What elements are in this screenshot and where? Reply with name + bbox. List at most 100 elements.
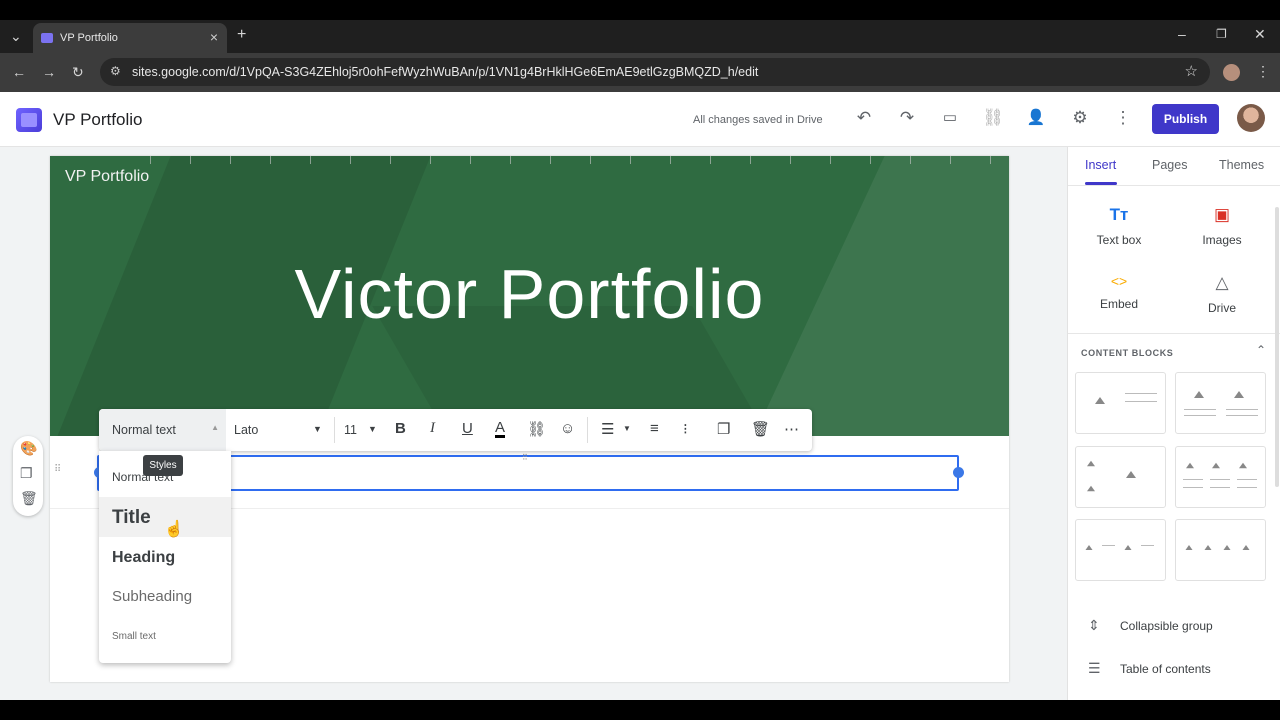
more-options-icon[interactable]: ⋮ bbox=[1111, 108, 1135, 128]
url-text: sites.google.com/d/1VpQA-S3G4ZEhloj5r0oh… bbox=[132, 65, 759, 79]
account-avatar[interactable] bbox=[1237, 104, 1265, 132]
menu-item-subheading[interactable]: Subheading bbox=[112, 588, 192, 605]
content-block-2[interactable] bbox=[1175, 372, 1266, 434]
share-add-person-icon[interactable]: 👤 bbox=[1024, 108, 1048, 126]
drive-label: Drive bbox=[1207, 301, 1236, 315]
sites-logo-icon[interactable] bbox=[16, 108, 42, 132]
insert-text-box[interactable]: Tт Text box bbox=[1074, 205, 1164, 247]
restore-icon[interactable]: ❐ bbox=[1216, 27, 1227, 41]
content-block-3[interactable] bbox=[1075, 446, 1166, 508]
menu-item-title[interactable]: Title bbox=[112, 507, 151, 529]
text-box-label: Text box bbox=[1096, 233, 1142, 247]
browser-menu-icon[interactable]: ⋮ bbox=[1256, 63, 1270, 80]
screen: ⌄ VP Portfolio × + – ❐ ✕ ← → ↻ ⚙ sites.g… bbox=[0, 0, 1280, 720]
address-bar-row: ← → ↻ ⚙ sites.google.com/d/1VpQA-S3G4ZEh… bbox=[0, 53, 1280, 92]
table-of-contents-label: Table of contents bbox=[1120, 662, 1211, 676]
sites-header: VP Portfolio All changes saved in Drive … bbox=[0, 92, 1280, 147]
banner-site-name[interactable]: VP Portfolio bbox=[65, 168, 149, 186]
forward-icon[interactable]: → bbox=[42, 64, 56, 80]
insert-collapsible-group[interactable]: ⇕ Collapsible group bbox=[1088, 617, 1213, 634]
save-status: All changes saved in Drive bbox=[693, 114, 823, 126]
palette-icon[interactable]: 🎨 bbox=[20, 440, 37, 457]
embed-code-icon: <> bbox=[1110, 273, 1128, 289]
browser-tab-strip: ⌄ VP Portfolio × + – ❐ ✕ bbox=[0, 20, 1280, 53]
hand-cursor-icon: ☝ bbox=[164, 521, 184, 538]
insert-link-icon[interactable]: ⛓ bbox=[527, 420, 546, 438]
embed-label: Embed bbox=[1099, 297, 1139, 311]
styles-menu: Normal text Title Heading Subheading Sma… bbox=[99, 451, 231, 663]
insert-table-of-contents[interactable]: ☰ Table of contents bbox=[1088, 660, 1211, 677]
tab-search-chevron-icon[interactable]: ⌄ bbox=[10, 28, 22, 45]
duplicate-icon[interactable]: ❐ bbox=[717, 420, 730, 438]
content-block-4[interactable] bbox=[1175, 446, 1266, 508]
redo-icon[interactable]: ↷ bbox=[895, 108, 919, 128]
minimize-icon[interactable]: – bbox=[1178, 26, 1186, 42]
drive-icon: △ bbox=[1215, 273, 1229, 292]
preview-devices-icon[interactable]: ▭ bbox=[938, 108, 962, 126]
content-block-6[interactable] bbox=[1175, 519, 1266, 581]
insert-images[interactable]: ▣ Images bbox=[1177, 205, 1267, 247]
banner-title[interactable]: Victor Portfolio bbox=[50, 254, 1009, 334]
undo-icon[interactable]: ↶ bbox=[852, 108, 876, 128]
chevron-up-icon: ▲ bbox=[211, 423, 219, 432]
browser-tab[interactable]: VP Portfolio × bbox=[33, 23, 227, 53]
omnibox[interactable]: ⚙ sites.google.com/d/1VpQA-S3G4ZEhloj5r0… bbox=[100, 58, 1210, 86]
new-tab-icon[interactable]: + bbox=[237, 26, 246, 44]
profile-avatar-icon[interactable] bbox=[1223, 64, 1240, 81]
browser-tab-title: VP Portfolio bbox=[60, 32, 118, 44]
collapse-chevron-icon[interactable]: ⌃ bbox=[1256, 343, 1266, 357]
size-dropdown-icon[interactable]: ▼ bbox=[368, 424, 377, 434]
link-icon[interactable]: ⛓ bbox=[981, 108, 1005, 128]
ruler bbox=[150, 156, 1010, 164]
font-size-select[interactable]: 11 bbox=[344, 423, 357, 437]
align-dropdown-icon[interactable]: ▼ bbox=[623, 424, 631, 433]
text-box-icon: Tт bbox=[1109, 205, 1129, 224]
delete-section-icon[interactable]: 🗑 bbox=[20, 490, 38, 507]
window-close-icon[interactable]: ✕ bbox=[1254, 26, 1266, 43]
panel-scrollbar[interactable] bbox=[1275, 207, 1279, 487]
section-tools: 🎨 ❐ 🗑 bbox=[13, 436, 43, 516]
content-block-1[interactable] bbox=[1075, 372, 1166, 434]
more-icon[interactable]: ⋯ bbox=[784, 420, 799, 438]
italic-icon[interactable]: I bbox=[430, 420, 435, 437]
font-select[interactable]: Lato bbox=[234, 423, 258, 437]
back-icon[interactable]: ← bbox=[12, 64, 26, 80]
section-drag-icon[interactable]: ⠿ bbox=[54, 464, 61, 475]
images-label: Images bbox=[1202, 233, 1242, 247]
bulleted-list-icon[interactable]: ⁝ bbox=[683, 420, 688, 438]
tab-pages[interactable]: Pages bbox=[1152, 158, 1187, 172]
collapsible-group-icon: ⇕ bbox=[1088, 617, 1100, 633]
collapsible-group-label: Collapsible group bbox=[1120, 619, 1213, 633]
menu-item-heading[interactable]: Heading bbox=[112, 549, 175, 567]
font-dropdown-icon[interactable]: ▼ bbox=[313, 424, 322, 434]
bookmark-star-icon[interactable]: ☆ bbox=[1185, 62, 1198, 80]
numbered-list-icon[interactable]: ≡ bbox=[650, 420, 659, 437]
bold-icon[interactable]: B bbox=[395, 420, 406, 437]
table-of-contents-icon: ☰ bbox=[1088, 660, 1101, 676]
reload-icon[interactable]: ↻ bbox=[72, 64, 84, 81]
align-icon[interactable]: ☰ bbox=[601, 420, 614, 438]
emoji-icon[interactable]: ☺ bbox=[560, 420, 575, 437]
close-tab-icon[interactable]: × bbox=[210, 29, 218, 45]
header-banner[interactable]: VP Portfolio Victor Portfolio bbox=[50, 156, 1009, 436]
insert-embed[interactable]: <> Embed bbox=[1074, 273, 1164, 311]
site-info-icon[interactable]: ⚙ bbox=[110, 64, 121, 78]
settings-gear-icon[interactable]: ⚙ bbox=[1068, 108, 1092, 128]
site-title[interactable]: VP Portfolio bbox=[53, 110, 142, 130]
tab-insert[interactable]: Insert bbox=[1085, 158, 1116, 172]
insert-drive[interactable]: △ Drive bbox=[1177, 273, 1267, 315]
style-select[interactable]: Normal text ▲ bbox=[99, 409, 226, 451]
underline-icon[interactable]: U bbox=[462, 420, 473, 437]
delete-icon[interactable]: 🗑 bbox=[751, 420, 770, 438]
publish-button[interactable]: Publish bbox=[1152, 104, 1219, 134]
styles-tooltip: Styles bbox=[143, 455, 183, 476]
tab-themes[interactable]: Themes bbox=[1219, 158, 1264, 172]
duplicate-section-icon[interactable]: ❐ bbox=[20, 465, 33, 482]
text-color-icon[interactable]: A bbox=[495, 420, 506, 438]
content-block-5[interactable] bbox=[1075, 519, 1166, 581]
menu-item-small-text[interactable]: Small text bbox=[112, 631, 156, 642]
right-panel: Insert Pages Themes Tт Text box ▣ Images… bbox=[1067, 147, 1280, 700]
drag-handle-icon[interactable]: ⠿ bbox=[522, 453, 528, 462]
style-select-value: Normal text bbox=[112, 423, 176, 437]
resize-handle-right[interactable] bbox=[953, 467, 964, 478]
